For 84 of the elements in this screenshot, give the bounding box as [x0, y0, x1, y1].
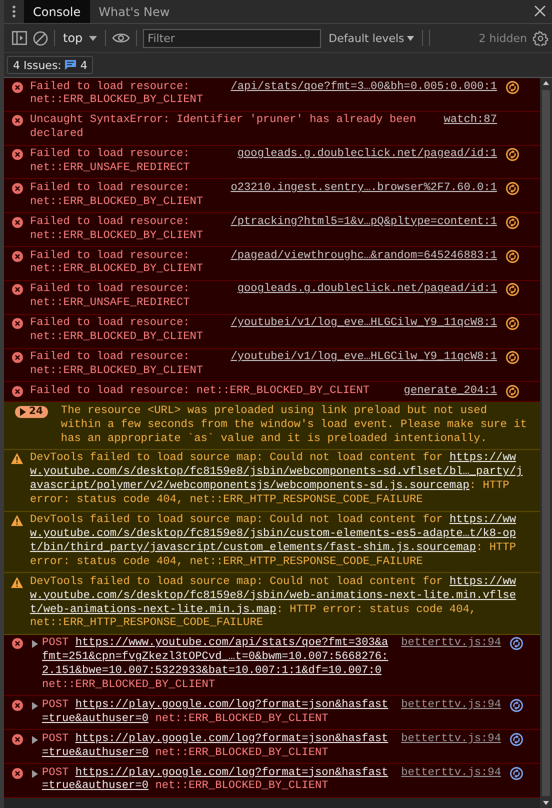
source-link[interactable]: googleads.g.doubleclick.net/pagead/id:1	[237, 283, 497, 298]
error-icon	[12, 638, 22, 650]
hidden-count: 2 hidden	[478, 32, 527, 44]
count-badge[interactable]: 24	[15, 406, 48, 418]
source-link[interactable]: o23210.ingest.sentry….browser%2F7.60.0:1	[230, 182, 497, 196]
error-icon	[12, 250, 22, 262]
source-link[interactable]: googleads.g.doubleclick.net/pagead/id:1	[237, 148, 497, 162]
error-message: Failed to load resource: net::ERR_BLOCKED_BY_CLIENT	[30, 80, 204, 108]
warning-message: DevTools failed to load source map: Could not load content for https://www.youtube.com/s/desktop/fc8159e8/jsbin/webcomponents-sd.vflset/bl…_party/javascript/polymer/v2/webcomponentsjs/webcomponents-sd.js.sourcemap: HTTP error: status code 404, net::ERR_HTTP_RESPONSE_CODE_FAILURE	[30, 452, 524, 508]
source-link[interactable]: betterttv.js:94	[401, 698, 501, 713]
sidebar-icon[interactable]	[12, 31, 27, 45]
error-message: Failed to load resource: net::ERR_UNSAFE_REDIRECT	[30, 148, 191, 176]
source-link[interactable]: betterttv.js:94	[401, 766, 501, 780]
error-message: Failed to load resource: net::ERR_BLOCKED_BY_CLIENT	[30, 384, 371, 399]
error-message: Failed to load resource: net::ERR_BLOCKED_BY_CLIENT	[30, 216, 204, 244]
error-message: Failed to load resource: net::ERR_BLOCKED_BY_CLIENT	[30, 317, 204, 345]
error-message: Failed to load resource: net::ERR_BLOCKED_BY_CLIENT	[30, 250, 204, 278]
error-icon	[12, 352, 22, 363]
settings-icon[interactable]	[533, 30, 548, 46]
sync-icon[interactable]	[506, 384, 519, 398]
error-message: Failed to load resource: net::ERR_BLOCKED_BY_CLIENT	[30, 351, 204, 379]
sync-icon[interactable]	[510, 732, 523, 746]
warning-message: DevTools failed to load source map: Could not load content for https://www.youtube.com/s/desktop/fc8159e8/jsbin/web-animations-next-lite.min.vflset/web-animations-next-lite.min.js.map: HTTP error: status code 404, net::ERR_HTTP_RESPONSE_CODE_FAILURE	[30, 576, 518, 632]
error-icon	[12, 216, 22, 228]
filter-field[interactable]: Filter	[142, 28, 321, 48]
source-link[interactable]: /youtubei/v1/log_eve…HLGCilw_Y9_11qcW8:1	[230, 351, 497, 365]
network-message: POST https://play.google.com/log?format=json&hasfast=true&authuser=0 net::ERR_BLOCKED_BY_CLIENT	[42, 766, 390, 794]
chat-icon	[65, 60, 76, 70]
sync-icon[interactable]	[506, 216, 519, 229]
source-link[interactable]: watch:87	[444, 114, 497, 128]
source-link[interactable]: /api/stats/qoe?fmt=3…00&bh=0.005:0.000:1	[230, 80, 497, 94]
caret-icon	[88, 36, 97, 40]
close-icon[interactable]	[534, 5, 546, 17]
sync-icon[interactable]	[506, 317, 519, 330]
source-link[interactable]: /ptracking?html5=1&v…pQ&pltype=content:1	[230, 216, 497, 230]
issues-button[interactable]: 4 Issues: 4	[7, 56, 94, 74]
network-message: POST https://www.youtube.com/api/stats/qoe?fmt=303&afmt=251&cpn=fvgZkezl3tOPCvd_…t=0&bwm=10.007:5668276:2.151&bwe=10.007:5322933&bat=10.007:1:1&df=10.007:0 net::ERR_BLOCKED_BY_CLIENT	[42, 637, 390, 693]
error-icon	[12, 700, 22, 711]
source-link[interactable]: betterttv.js:94	[401, 637, 501, 652]
context-select[interactable]: top	[61, 31, 99, 45]
levels-dropdown[interactable]: Default levels	[326, 32, 416, 44]
sync-icon[interactable]	[506, 80, 519, 94]
sync-icon[interactable]	[506, 182, 519, 195]
warning-message: DevTools failed to load source map: Could not load content for https://www.youtube.com/s/desktop/fc8159e8/jsbin/custom-elements-es5-adapte…t/k8-opt/bin/third_party/javascript/custom_elements/fast-shim.js.sourcemap: HTTP error: status code 404, net::ERR_HTTP_RESPONSE_CODE_FAILURE	[30, 514, 518, 570]
source-link[interactable]: /youtubei/v1/log_eve…HLGCilw_Y9_11qcW8:1	[230, 317, 497, 332]
error-message: Failed to load resource: net::ERR_BLOCKED_BY_CLIENT	[30, 182, 204, 210]
network-message: POST https://play.google.com/log?format=json&hasfast=true&authuser=0 net::ERR_BLOCKED_BY_CLIENT	[42, 732, 390, 761]
error-icon	[12, 149, 22, 160]
sync-icon[interactable]	[506, 250, 519, 263]
sync-icon[interactable]	[506, 351, 519, 364]
expand-icon[interactable]	[32, 640, 38, 648]
error-icon	[12, 386, 22, 397]
expand-icon	[20, 408, 26, 416]
sync-icon[interactable]	[510, 698, 523, 712]
expand-icon[interactable]	[32, 770, 38, 778]
sync-icon[interactable]	[506, 283, 519, 296]
source-link[interactable]: betterttv.js:94	[401, 732, 501, 747]
error-icon	[12, 115, 22, 126]
error-icon	[12, 82, 22, 92]
panel-tab[interactable]: What's New	[90, 0, 179, 23]
caret-icon	[407, 36, 414, 40]
network-message: POST https://play.google.com/log?format=json&hasfast=true&authuser=0 net::ERR_BLOCKED_BY_CLIENT	[42, 698, 390, 727]
warning-icon	[11, 576, 23, 588]
source-link[interactable]: generate_204:1	[404, 384, 497, 399]
expand-icon[interactable]	[32, 702, 38, 710]
error-icon	[12, 734, 22, 745]
eye-icon[interactable]	[112, 32, 130, 44]
error-icon	[12, 318, 22, 330]
sync-icon[interactable]	[506, 148, 519, 162]
scrollbar[interactable]	[540, 78, 552, 808]
warning-icon	[11, 515, 23, 526]
sync-icon[interactable]	[510, 766, 523, 780]
expand-icon[interactable]	[32, 736, 38, 744]
warning-icon	[11, 453, 23, 464]
error-message: Failed to load resource: net::ERR_UNSAFE_REDIRECT	[30, 283, 191, 312]
source-link[interactable]: /pagead/viewthroughc…&random=645246883:1	[230, 250, 497, 264]
error-message: Uncaught SyntaxError: Identifier 'pruner' has already been declared	[30, 114, 418, 142]
error-icon	[12, 768, 22, 779]
error-icon	[12, 284, 22, 296]
sync-icon[interactable]	[510, 637, 523, 650]
warning-message: The resource <URL> was preloaded using link preload but not used within a few seconds from the window's load event. Please make sure it has an appropriate `as` value and it is preloaded intentionally.	[60, 404, 527, 446]
clear-icon[interactable]	[33, 30, 48, 46]
error-icon	[12, 182, 22, 194]
panel-tab[interactable]: Console	[24, 0, 90, 23]
